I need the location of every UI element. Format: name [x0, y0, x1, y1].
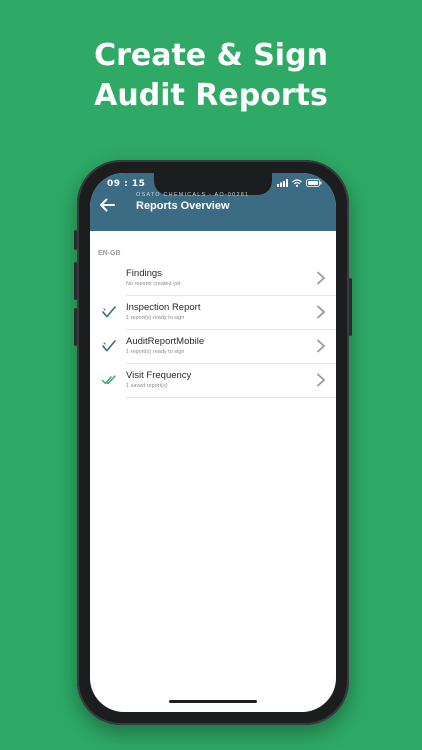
promo-headline: Create & Sign Audit Reports	[0, 36, 422, 116]
report-title: Visit Frequency	[126, 370, 192, 381]
locale-label: EN-GB	[98, 250, 121, 257]
signature-check-icon	[102, 306, 116, 318]
arrow-left-icon[interactable]	[98, 196, 116, 214]
headline-line-2: Audit Reports	[94, 78, 328, 113]
report-row-auditreportmobile[interactable]: AuditReportMobile 1 report(s) ready to s…	[102, 330, 336, 364]
home-indicator[interactable]	[169, 700, 257, 703]
headline-line-1: Create & Sign	[94, 38, 328, 73]
status-time: 09 : 15	[107, 179, 146, 189]
power-button	[349, 278, 352, 336]
battery-icon	[306, 179, 322, 187]
page-title: Reports Overview	[136, 200, 230, 212]
phone-screen: 09 : 15 OSATO CHEMICALS - AO-00281 Repor…	[90, 173, 336, 712]
volume-down-button	[74, 308, 77, 346]
wifi-icon	[292, 179, 302, 187]
report-status: 1 report(s) ready to sign	[126, 315, 185, 321]
phone-frame: 09 : 15 OSATO CHEMICALS - AO-00281 Repor…	[74, 160, 352, 725]
report-status: 1 saved report(s)	[126, 383, 168, 389]
report-status: No reports created yet	[126, 281, 181, 287]
signal-icon	[277, 179, 288, 187]
app-bar: 09 : 15 OSATO CHEMICALS - AO-00281 Repor…	[90, 173, 336, 231]
chevron-right-icon	[317, 305, 326, 319]
report-title: AuditReportMobile	[126, 336, 205, 347]
report-row-visit-frequency[interactable]: Visit Frequency 1 saved report(s)	[102, 364, 336, 398]
chevron-right-icon	[317, 373, 326, 387]
mute-switch	[74, 230, 77, 250]
double-check-icon	[102, 375, 116, 385]
report-row-inspection-report[interactable]: Inspection Report 1 report(s) ready to s…	[102, 296, 336, 330]
volume-up-button	[74, 262, 77, 300]
status-icons	[277, 179, 322, 187]
report-row-findings[interactable]: Findings No reports created yet	[126, 262, 336, 296]
signature-check-icon	[102, 340, 116, 352]
report-status: 1 report(s) ready to sign	[126, 349, 185, 355]
client-subtitle: OSATO CHEMICALS - AO-00281	[136, 192, 250, 198]
chevron-right-icon	[317, 271, 326, 285]
report-title: Inspection Report	[126, 302, 201, 313]
reports-list: Findings No reports created yet Inspecti…	[90, 262, 336, 398]
report-title: Findings	[126, 268, 162, 279]
chevron-right-icon	[317, 339, 326, 353]
